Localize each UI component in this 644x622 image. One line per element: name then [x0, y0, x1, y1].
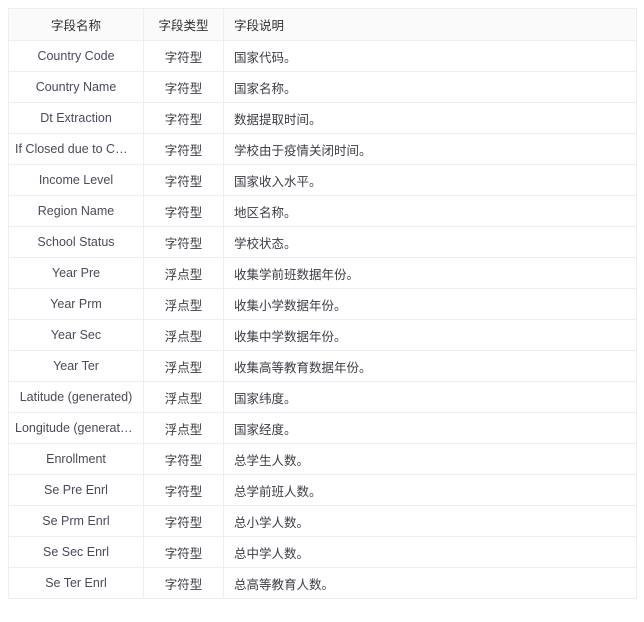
table-row[interactable]: Se Prm Enrl 字符型 总小学人数。: [8, 505, 637, 537]
cell-field-description: 收集学前班数据年份。: [223, 257, 637, 289]
table-row[interactable]: Latitude (generated) 浮点型 国家纬度。: [8, 381, 637, 413]
cell-field-type: 字符型: [143, 164, 224, 196]
field-definition-table-container: 字段名称 字段类型 字段说明 Country Code 字符型 国家代码。 Count…: [8, 8, 637, 599]
cell-field-description: 收集高等教育数据年份。: [223, 350, 637, 382]
cell-field-type: 浮点型: [143, 350, 224, 382]
table-row[interactable]: Se Pre Enrl 字符型 总学前班人数。: [8, 474, 637, 506]
cell-field-description: 总学前班人数。: [223, 474, 637, 506]
table-row[interactable]: Income Level 字符型 国家收入水平。: [8, 164, 637, 196]
cell-field-description: 地区名称。: [223, 195, 637, 227]
cell-field-description: 国家经度。: [223, 412, 637, 444]
cell-field-type: 浮点型: [143, 288, 224, 320]
table-body: Country Code 字符型 国家代码。 Country Name 字符型 国家名称。…: [8, 40, 637, 599]
table-header-row: 字段名称 字段类型 字段说明: [8, 8, 637, 41]
cell-field-type: 字符型: [143, 102, 224, 134]
cell-field-name: Se Sec Enrl: [8, 536, 144, 568]
cell-field-type: 字符型: [143, 71, 224, 103]
cell-field-description: 收集小学数据年份。: [223, 288, 637, 320]
cell-field-name: Se Ter Enrl: [8, 567, 144, 599]
cell-field-type: 浮点型: [143, 412, 224, 444]
table-header: 字段名称 字段类型 字段说明: [8, 8, 637, 41]
cell-field-description: 总高等教育人数。: [223, 567, 637, 599]
cell-field-name: Income Level: [8, 164, 144, 196]
cell-field-description: 总中学人数。: [223, 536, 637, 568]
cell-field-name: Country Name: [8, 71, 144, 103]
cell-field-type: 浮点型: [143, 381, 224, 413]
cell-field-description: 学校由于疫情关闭时间。: [223, 133, 637, 165]
cell-field-name: Region Name: [8, 195, 144, 227]
field-definition-table: 字段名称 字段类型 字段说明 Country Code 字符型 国家代码。 Count…: [8, 8, 637, 599]
column-header-field-name[interactable]: 字段名称: [8, 8, 144, 41]
cell-field-type: 字符型: [143, 474, 224, 506]
cell-field-name: Longitude (generated): [8, 412, 144, 444]
table-row[interactable]: Longitude (generated) 浮点型 国家经度。: [8, 412, 637, 444]
table-row[interactable]: Year Ter 浮点型 收集高等教育数据年份。: [8, 350, 637, 382]
cell-field-name: Year Pre: [8, 257, 144, 289]
cell-field-type: 字符型: [143, 567, 224, 599]
table-row[interactable]: Year Pre 浮点型 收集学前班数据年份。: [8, 257, 637, 289]
cell-field-name: Se Pre Enrl: [8, 474, 144, 506]
cell-field-type: 浮点型: [143, 319, 224, 351]
cell-field-description: 总小学人数。: [223, 505, 637, 537]
table-row[interactable]: Enrollment 字符型 总学生人数。: [8, 443, 637, 475]
table-row[interactable]: School Status 字符型 学校状态。: [8, 226, 637, 258]
cell-field-name: School Status: [8, 226, 144, 258]
cell-field-description: 国家代码。: [223, 40, 637, 72]
cell-field-type: 字符型: [143, 536, 224, 568]
cell-field-description: 国家收入水平。: [223, 164, 637, 196]
cell-field-description: 总学生人数。: [223, 443, 637, 475]
cell-field-type: 字符型: [143, 443, 224, 475]
table-row[interactable]: Country Name 字符型 国家名称。: [8, 71, 637, 103]
cell-field-description: 国家纬度。: [223, 381, 637, 413]
cell-field-name: Enrollment: [8, 443, 144, 475]
cell-field-description: 国家名称。: [223, 71, 637, 103]
column-header-field-type[interactable]: 字段类型: [143, 8, 224, 41]
cell-field-type: 字符型: [143, 505, 224, 537]
table-row[interactable]: Year Prm 浮点型 收集小学数据年份。: [8, 288, 637, 320]
table-row[interactable]: Dt Extraction 字符型 数据提取时间。: [8, 102, 637, 134]
cell-field-name: Latitude (generated): [8, 381, 144, 413]
cell-field-name: Year Sec: [8, 319, 144, 351]
cell-field-type: 字符型: [143, 40, 224, 72]
cell-field-name: If Closed due to COVID...: [8, 133, 144, 165]
table-row[interactable]: If Closed due to COVID... 字符型 学校由于疫情关闭时间。: [8, 133, 637, 165]
table-row[interactable]: Se Sec Enrl 字符型 总中学人数。: [8, 536, 637, 568]
cell-field-type: 字符型: [143, 226, 224, 258]
table-row[interactable]: Se Ter Enrl 字符型 总高等教育人数。: [8, 567, 637, 599]
column-header-field-description[interactable]: 字段说明: [223, 8, 637, 41]
table-row[interactable]: Country Code 字符型 国家代码。: [8, 40, 637, 72]
table-row[interactable]: Region Name 字符型 地区名称。: [8, 195, 637, 227]
cell-field-name: Year Ter: [8, 350, 144, 382]
cell-field-description: 收集中学数据年份。: [223, 319, 637, 351]
cell-field-type: 浮点型: [143, 257, 224, 289]
cell-field-type: 字符型: [143, 133, 224, 165]
cell-field-name: Year Prm: [8, 288, 144, 320]
cell-field-description: 学校状态。: [223, 226, 637, 258]
cell-field-name: Country Code: [8, 40, 144, 72]
cell-field-name: Se Prm Enrl: [8, 505, 144, 537]
cell-field-name: Dt Extraction: [8, 102, 144, 134]
cell-field-type: 字符型: [143, 195, 224, 227]
table-row[interactable]: Year Sec 浮点型 收集中学数据年份。: [8, 319, 637, 351]
cell-field-description: 数据提取时间。: [223, 102, 637, 134]
